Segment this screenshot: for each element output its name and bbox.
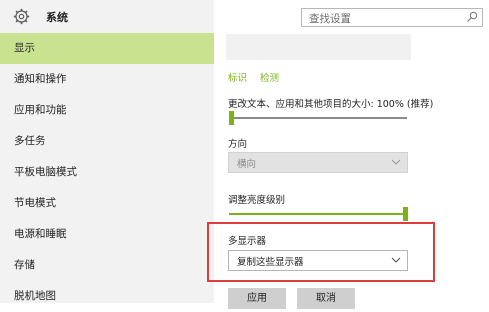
sidebar-item-multitasking[interactable]: 多任务 xyxy=(0,126,214,157)
multi-display-value: 复制这些显示器 xyxy=(237,257,304,268)
search-icon[interactable] xyxy=(466,11,478,23)
chevron-down-icon xyxy=(391,257,401,263)
brightness-slider-thumb[interactable] xyxy=(403,207,408,221)
orientation-dropdown[interactable]: 横向 xyxy=(228,152,408,173)
sidebar-item-tablet-mode[interactable]: 平板电脑模式 xyxy=(0,157,214,188)
search-placeholder: 查找设置 xyxy=(309,13,351,25)
scale-label: 更改文本、应用和其他项目的大小: 100% (推荐) xyxy=(228,99,434,110)
sidebar-item-display[interactable]: 显示 xyxy=(0,33,214,64)
sidebar: 系统 显示 通知和操作 应用和功能 多任务 平板电脑模式 节电模式 电源和睡眠 … xyxy=(0,0,214,303)
sidebar-header: 系统 xyxy=(0,0,214,32)
sidebar-item-notifications[interactable]: 通知和操作 xyxy=(0,64,214,95)
sidebar-item-storage[interactable]: 存储 xyxy=(0,250,214,281)
orientation-value: 横向 xyxy=(237,159,257,170)
chevron-down-icon xyxy=(391,159,401,165)
identify-link[interactable]: 标识 xyxy=(228,70,247,84)
search-input[interactable]: 查找设置 xyxy=(301,8,483,27)
apply-button[interactable]: 应用 xyxy=(228,288,286,309)
sidebar-item-power-sleep[interactable]: 电源和睡眠 xyxy=(0,219,214,250)
gear-icon xyxy=(13,8,30,25)
sidebar-item-battery-saver[interactable]: 节电模式 xyxy=(0,188,214,219)
scale-slider-track[interactable] xyxy=(229,117,407,119)
orientation-label: 方向 xyxy=(228,139,248,150)
multi-display-dropdown[interactable]: 复制这些显示器 xyxy=(228,250,408,271)
detect-link[interactable]: 检测 xyxy=(260,70,279,84)
cancel-button[interactable]: 取消 xyxy=(297,288,355,309)
multi-display-label: 多显示器 xyxy=(228,236,267,247)
sidebar-title: 系统 xyxy=(46,11,68,24)
brightness-label: 调整亮度级别 xyxy=(228,195,286,206)
scale-slider-thumb[interactable] xyxy=(229,111,234,125)
sidebar-item-offline-maps[interactable]: 脱机地图 xyxy=(0,281,214,312)
sidebar-item-apps[interactable]: 应用和功能 xyxy=(0,95,214,126)
display-preview xyxy=(226,34,411,60)
brightness-slider-fill[interactable] xyxy=(229,213,407,215)
